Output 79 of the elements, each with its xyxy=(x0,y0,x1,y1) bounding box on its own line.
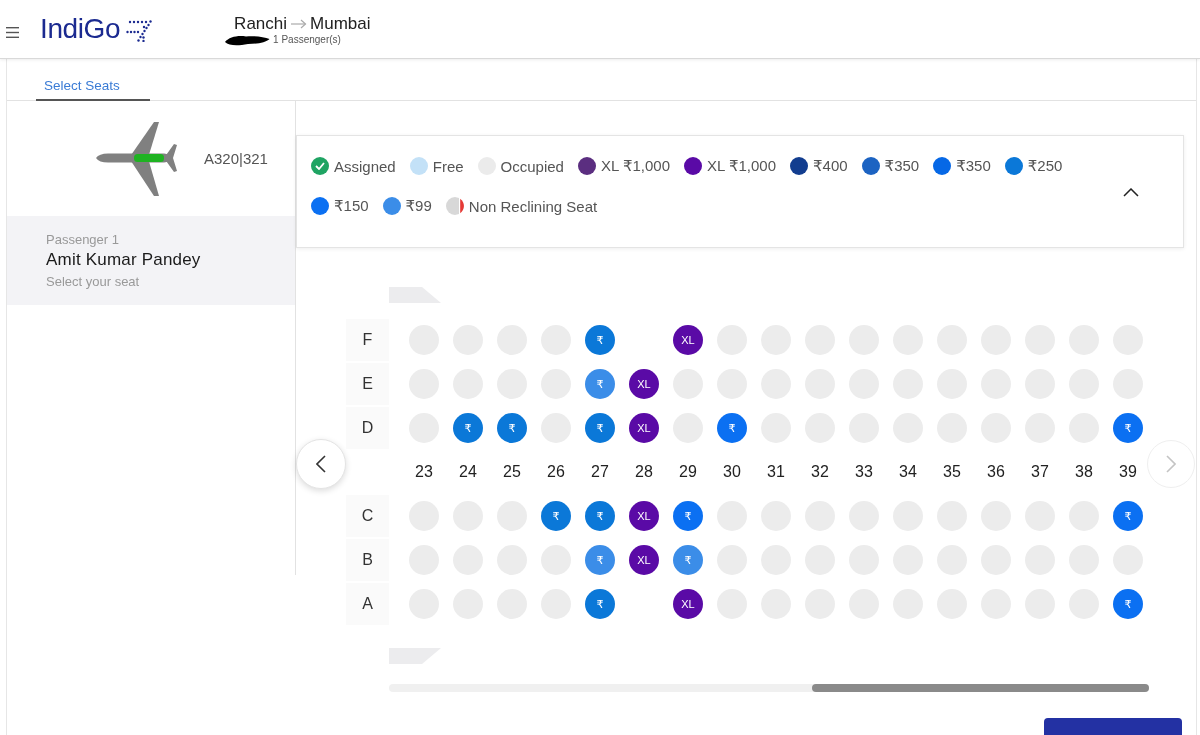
seat[interactable]: ₹ xyxy=(497,413,527,443)
previous-button[interactable] xyxy=(296,439,346,489)
legend-label: ₹400 xyxy=(813,157,848,175)
seat[interactable]: ₹ xyxy=(585,369,615,399)
column-number: 31 xyxy=(767,463,785,481)
tab[interactable]: Select Seats xyxy=(36,59,150,101)
seat[interactable]: ₹ xyxy=(673,545,703,575)
legend-label: ₹350 xyxy=(884,157,920,175)
seat[interactable]: ₹ xyxy=(541,501,571,531)
column-number: 29 xyxy=(679,463,697,481)
legend-label: Occupied xyxy=(500,157,564,175)
row-letter: D xyxy=(346,407,389,449)
legend-label: Assigned xyxy=(334,157,396,175)
column-number: 34 xyxy=(899,463,917,481)
menu-icon[interactable] xyxy=(6,27,19,38)
legend-label: Non Reclining Seat xyxy=(468,197,598,215)
check-circle-icon xyxy=(311,157,329,175)
seat[interactable]: ₹ xyxy=(1113,413,1143,443)
seat[interactable]: XL xyxy=(629,369,659,399)
seat[interactable]: ₹ xyxy=(717,413,747,443)
column-number: 36 xyxy=(987,463,1005,481)
split-dot-icon xyxy=(445,197,464,215)
passenger-count: 1 Passenger(s) xyxy=(273,34,341,46)
seat[interactable]: ₹ xyxy=(585,589,615,619)
seat[interactable]: ₹ xyxy=(453,413,483,443)
legend-label: ₹350 xyxy=(956,157,991,175)
column-number: 30 xyxy=(723,463,741,481)
column-number: 35 xyxy=(943,463,961,481)
legend-label: ₹150 xyxy=(334,197,369,215)
legend-label: XL ₹1,000 xyxy=(707,157,777,175)
legend-label: XL ₹1,000 xyxy=(600,157,670,175)
brand-logo[interactable]: IndiGo xyxy=(40,13,121,45)
seat[interactable]: XL xyxy=(629,501,659,531)
column-number: 23 xyxy=(415,463,433,481)
row-letter: C xyxy=(346,495,389,537)
airplane-icon xyxy=(96,120,178,197)
seat[interactable]: XL xyxy=(673,589,703,619)
column-number: 24 xyxy=(459,463,477,481)
legend-label: ₹99 xyxy=(405,197,432,215)
action-button[interactable] xyxy=(1044,718,1182,735)
seat[interactable]: ₹ xyxy=(585,325,615,355)
column-number: 38 xyxy=(1075,463,1093,481)
column-number: 32 xyxy=(811,463,829,481)
seat[interactable]: XL xyxy=(629,413,659,443)
seat[interactable]: ₹ xyxy=(1113,501,1143,531)
row-letter: B xyxy=(346,539,389,581)
column-number: 27 xyxy=(591,463,609,481)
column-number: 26 xyxy=(547,463,565,481)
seat[interactable]: ₹ xyxy=(1113,589,1143,619)
arrow-icon xyxy=(290,19,308,29)
legend-label: Free xyxy=(432,157,464,175)
passenger-card[interactable]: Passenger 1 Amit Kumar Pandey Select your seat xyxy=(7,216,295,305)
seat[interactable]: ₹ xyxy=(585,545,615,575)
seat[interactable]: XL xyxy=(673,325,703,355)
legend-label: ₹250 xyxy=(1027,157,1063,175)
row-letter: A xyxy=(346,583,389,625)
row-letter: E xyxy=(346,363,389,405)
column-number: 25 xyxy=(503,463,521,481)
seat[interactable]: ₹ xyxy=(673,501,703,531)
column-number: 28 xyxy=(635,463,653,481)
column-number: 33 xyxy=(855,463,873,481)
scrollbar-thumb[interactable] xyxy=(812,684,1149,692)
dotted-plane-icon xyxy=(126,20,153,42)
seat[interactable]: XL xyxy=(629,545,659,575)
seat[interactable]: ₹ xyxy=(585,501,615,531)
row-letter: F xyxy=(346,319,389,361)
scribble-icon xyxy=(224,34,271,46)
chevron-up-icon[interactable] xyxy=(1123,188,1139,197)
aircraft-model: A320|321 xyxy=(204,150,268,167)
chevron-right-icon xyxy=(1166,455,1176,473)
column-number: 39 xyxy=(1119,463,1137,481)
origin-city: Ranchi xyxy=(234,14,288,34)
chevron-left-icon xyxy=(316,455,326,473)
seat-hint: Select your seat xyxy=(46,273,140,291)
passenger-name: Amit Kumar Pandey xyxy=(46,249,201,271)
seat[interactable]: ₹ xyxy=(585,413,615,443)
destination-city: Mumbai xyxy=(310,14,371,34)
column-number: 37 xyxy=(1031,463,1049,481)
passenger-label: Passenger 1 xyxy=(46,231,119,249)
